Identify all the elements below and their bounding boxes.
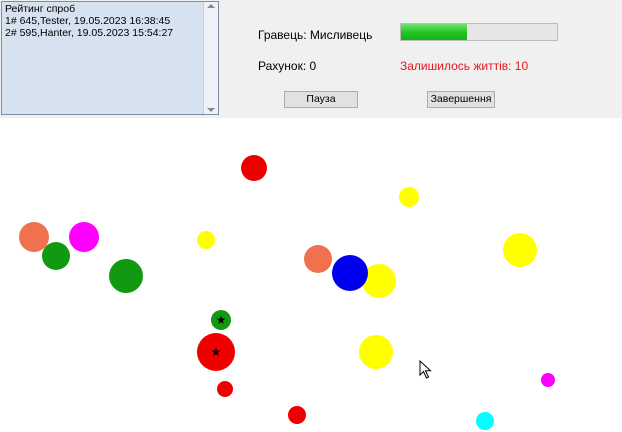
scroll-up-arrow-icon[interactable] <box>207 4 215 8</box>
ball[interactable] <box>197 231 215 249</box>
ranking-list[interactable]: Рейтинг спроб 1# 645,Tester, 19.05.2023 … <box>1 1 219 115</box>
ranking-entry-2[interactable]: 2# 595,Hanter, 19.05.2023 15:54:27 <box>5 27 202 39</box>
score-label: Рахунок: 0 <box>258 59 317 73</box>
progress-bar <box>400 23 558 41</box>
ranking-entry-1[interactable]: 1# 645,Tester, 19.05.2023 16:38:45 <box>5 15 202 27</box>
ball[interactable] <box>109 259 143 293</box>
star-icon: ★ <box>210 345 222 359</box>
star-icon: ★ <box>215 313 227 327</box>
ranking-scrollbar[interactable] <box>203 2 218 114</box>
game-field[interactable]: ★ ★ <box>0 118 622 432</box>
mouse-pointer-icon <box>419 360 432 379</box>
ball[interactable] <box>69 222 99 252</box>
lives-label: Залишилось життів: 10 <box>400 59 529 73</box>
ball[interactable] <box>503 233 537 267</box>
ball[interactable] <box>541 373 555 387</box>
ball[interactable] <box>399 187 419 207</box>
ball[interactable]: ★ <box>211 310 231 330</box>
player-label: Гравець: Мисливець <box>258 28 373 42</box>
progress-fill <box>401 24 467 40</box>
pause-button[interactable]: Пауза <box>284 91 358 108</box>
ranking-title: Рейтинг спроб <box>5 3 76 15</box>
finish-button[interactable]: Завершення <box>427 91 495 108</box>
ball[interactable] <box>332 255 368 291</box>
ball[interactable] <box>304 245 332 273</box>
ball[interactable]: ★ <box>197 333 235 371</box>
ball[interactable] <box>241 155 267 181</box>
ball[interactable] <box>217 381 233 397</box>
ball[interactable] <box>42 242 70 270</box>
top-panel: Рейтинг спроб 1# 645,Tester, 19.05.2023 … <box>0 0 622 118</box>
ball[interactable] <box>288 406 306 424</box>
ball[interactable] <box>359 335 393 369</box>
ball[interactable] <box>476 412 494 430</box>
scroll-down-arrow-icon[interactable] <box>207 108 215 112</box>
